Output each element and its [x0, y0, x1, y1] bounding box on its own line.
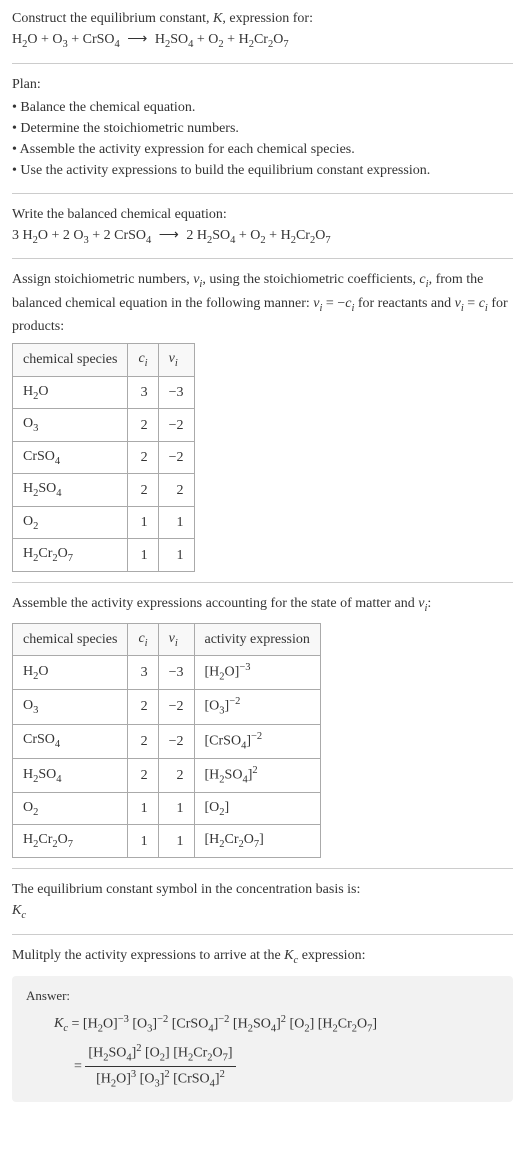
cell-v: −2: [158, 724, 194, 758]
cell-v: −3: [158, 656, 194, 690]
col-vi: νi: [158, 623, 194, 656]
cell-v: 2: [158, 758, 194, 792]
unbalanced-equation: H2O + O3 + CrSO4 ⟶ H2SO4 + O2 + H2Cr2O7: [12, 29, 513, 53]
table-row: H2Cr2O711: [13, 539, 195, 572]
answer-label: Answer:: [26, 986, 499, 1006]
balanced-equation: 3 H2O + 2 O3 + 2 CrSO4 ⟶ 2 H2SO4 + O2 + …: [12, 225, 513, 249]
stoich-intro: Assign stoichiometric numbers, νi, using…: [12, 269, 513, 337]
stoich-section: Assign stoichiometric numbers, νi, using…: [12, 269, 513, 583]
cell-species: H2SO4: [13, 474, 128, 507]
cell-c: 3: [128, 376, 158, 409]
cell-expr: [H2O]−3: [194, 656, 320, 690]
cell-v: 2: [158, 474, 194, 507]
table-row: O211[O2]: [13, 792, 321, 825]
plan-item: • Assemble the activity expression for e…: [12, 139, 513, 160]
balanced-intro: Write the balanced chemical equation:: [12, 204, 513, 225]
table-row: O32−2[O3]−2: [13, 690, 321, 724]
header-section: Construct the equilibrium constant, K, e…: [12, 8, 513, 64]
cell-c: 1: [128, 506, 158, 539]
fraction-numerator: [H2SO4]2 [O2] [H2Cr2O7]: [85, 1041, 235, 1067]
answer-fraction: [H2SO4]2 [O2] [H2Cr2O7] [H2O]3 [O3]2 [Cr…: [85, 1041, 235, 1092]
cell-expr: [O2]: [194, 792, 320, 825]
answer-line2: = [H2SO4]2 [O2] [H2Cr2O7] [H2O]3 [O3]2 […: [26, 1041, 499, 1092]
activity-table: chemical species ci νi activity expressi…: [12, 623, 321, 858]
col-vi: νi: [158, 344, 194, 377]
col-species: chemical species: [13, 623, 128, 656]
col-ci: ci: [128, 623, 158, 656]
cell-c: 1: [128, 539, 158, 572]
activity-intro: Assemble the activity expressions accoun…: [12, 593, 513, 617]
cell-c: 2: [128, 474, 158, 507]
symbol-value: Kc: [12, 900, 513, 924]
multiply-intro: Mulitply the activity expressions to arr…: [12, 945, 513, 969]
cell-expr: [CrSO4]−2: [194, 724, 320, 758]
cell-c: 2: [128, 724, 158, 758]
col-species: chemical species: [13, 344, 128, 377]
plan-section: Plan: • Balance the chemical equation. •…: [12, 74, 513, 194]
balanced-section: Write the balanced chemical equation: 3 …: [12, 204, 513, 260]
cell-species: H2SO4: [13, 758, 128, 792]
symbol-intro: The equilibrium constant symbol in the c…: [12, 879, 513, 900]
cell-v: −2: [158, 409, 194, 442]
cell-species: H2O: [13, 376, 128, 409]
cell-species: CrSO4: [13, 441, 128, 474]
prompt-text: Construct the equilibrium constant, K, e…: [12, 8, 513, 29]
multiply-section: Mulitply the activity expressions to arr…: [12, 945, 513, 1103]
cell-species: H2Cr2O7: [13, 539, 128, 572]
cell-v: 1: [158, 506, 194, 539]
cell-c: 3: [128, 656, 158, 690]
cell-species: O3: [13, 690, 128, 724]
table-row: H2O3−3: [13, 376, 195, 409]
answer-box: Answer: Kc = [H2O]−3 [O3]−2 [CrSO4]−2 [H…: [12, 976, 513, 1102]
symbol-section: The equilibrium constant symbol in the c…: [12, 879, 513, 935]
cell-v: 1: [158, 825, 194, 858]
cell-c: 2: [128, 758, 158, 792]
fraction-denominator: [H2O]3 [O3]2 [CrSO4]2: [85, 1067, 235, 1092]
cell-species: O2: [13, 506, 128, 539]
cell-expr: [H2SO4]2: [194, 758, 320, 792]
plan-item: • Balance the chemical equation.: [12, 97, 513, 118]
cell-v: 1: [158, 539, 194, 572]
cell-c: 1: [128, 825, 158, 858]
table-row: O211: [13, 506, 195, 539]
cell-c: 1: [128, 792, 158, 825]
cell-species: H2O: [13, 656, 128, 690]
cell-v: −2: [158, 441, 194, 474]
cell-c: 2: [128, 409, 158, 442]
cell-v: −3: [158, 376, 194, 409]
table-row: H2Cr2O711[H2Cr2O7]: [13, 825, 321, 858]
table-header-row: chemical species ci νi: [13, 344, 195, 377]
plan-item: • Use the activity expressions to build …: [12, 160, 513, 181]
table-row: H2O3−3[H2O]−3: [13, 656, 321, 690]
table-row: O32−2: [13, 409, 195, 442]
cell-species: CrSO4: [13, 724, 128, 758]
table-row: CrSO42−2: [13, 441, 195, 474]
plan-title: Plan:: [12, 74, 513, 95]
plan-item: • Determine the stoichiometric numbers.: [12, 118, 513, 139]
cell-species: O3: [13, 409, 128, 442]
cell-c: 2: [128, 690, 158, 724]
answer-line1: Kc = [H2O]−3 [O3]−2 [CrSO4]−2 [H2SO4]2 […: [26, 1012, 499, 1037]
cell-expr: [H2Cr2O7]: [194, 825, 320, 858]
table-row: H2SO422: [13, 474, 195, 507]
cell-v: 1: [158, 792, 194, 825]
col-expr: activity expression: [194, 623, 320, 656]
stoich-table: chemical species ci νi H2O3−3 O32−2 CrSO…: [12, 343, 195, 572]
cell-c: 2: [128, 441, 158, 474]
cell-species: H2Cr2O7: [13, 825, 128, 858]
cell-expr: [O3]−2: [194, 690, 320, 724]
table-row: CrSO42−2[CrSO4]−2: [13, 724, 321, 758]
cell-species: O2: [13, 792, 128, 825]
activity-section: Assemble the activity expressions accoun…: [12, 593, 513, 869]
table-header-row: chemical species ci νi activity expressi…: [13, 623, 321, 656]
table-row: H2SO422[H2SO4]2: [13, 758, 321, 792]
col-ci: ci: [128, 344, 158, 377]
cell-v: −2: [158, 690, 194, 724]
